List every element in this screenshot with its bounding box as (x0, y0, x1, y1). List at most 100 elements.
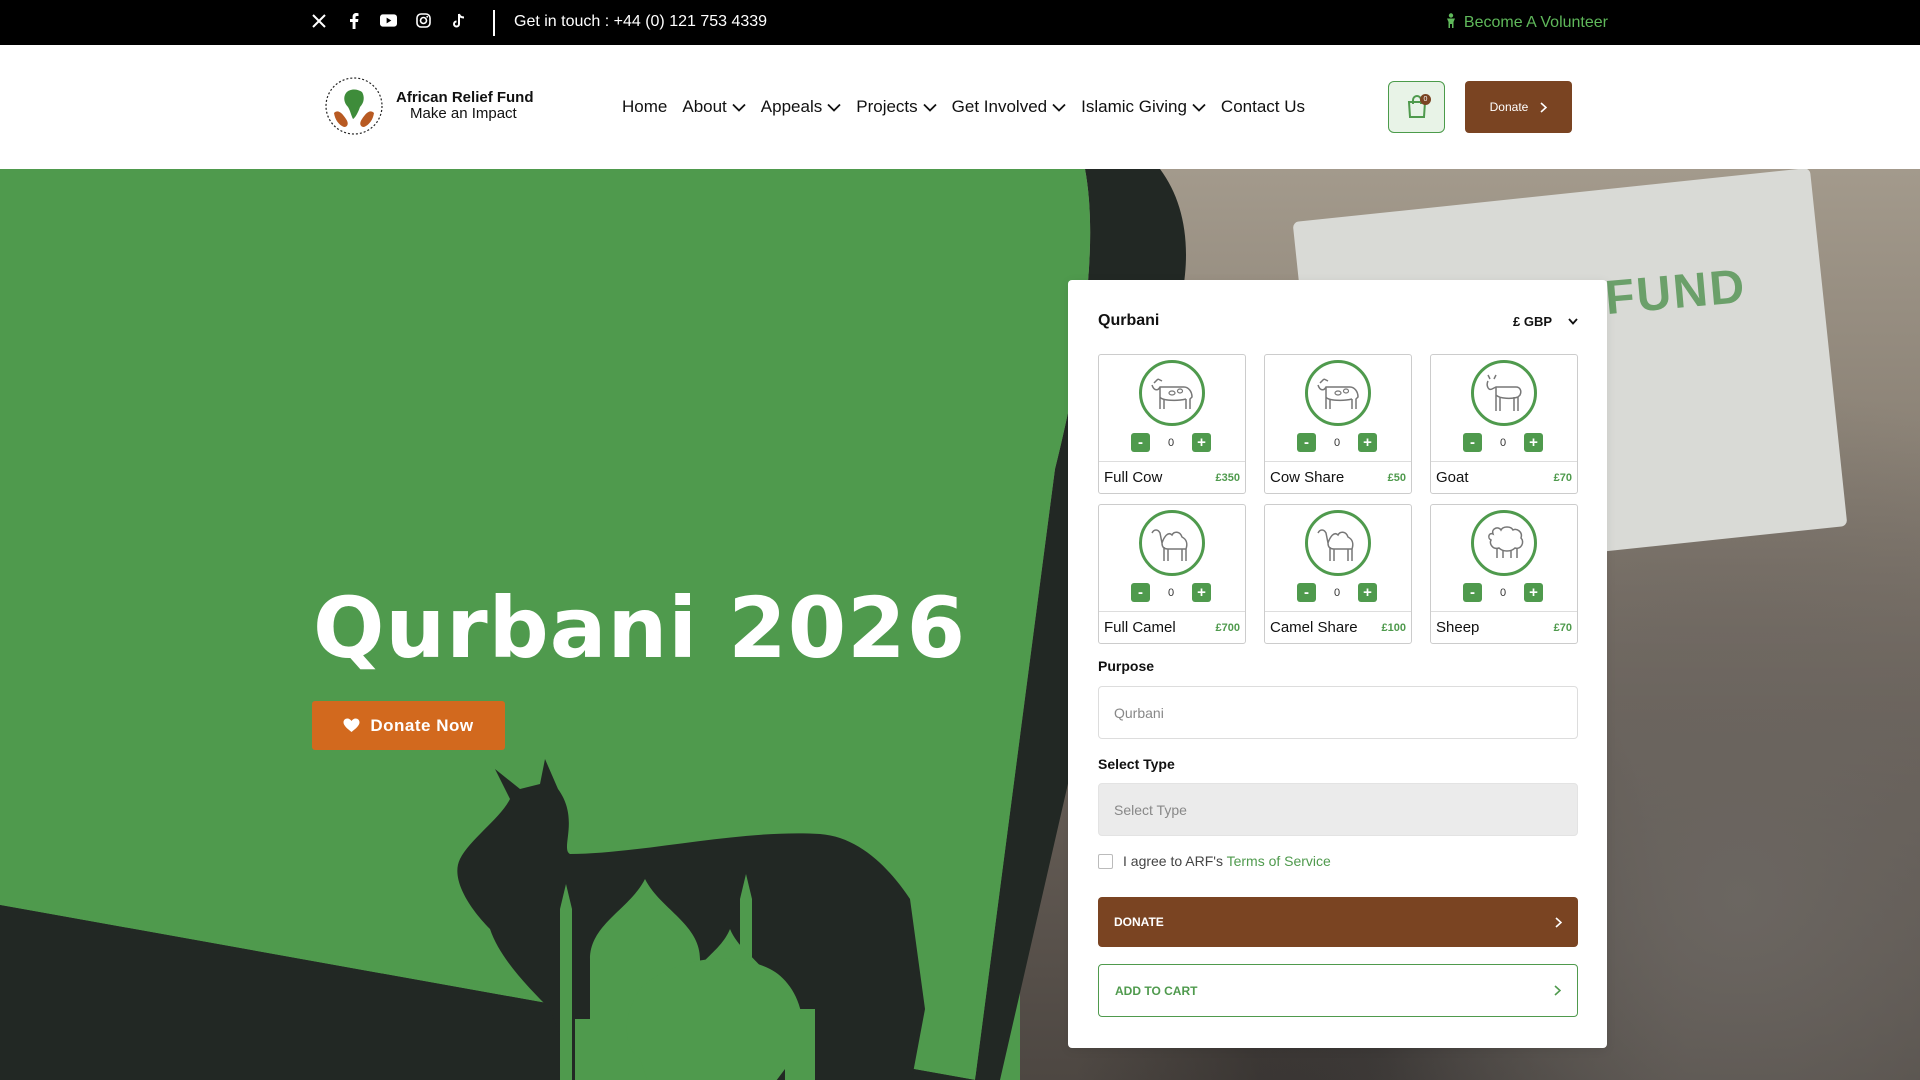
cow-mosque-silhouette-icon (457, 759, 925, 1080)
animal-card-full-camel: - 0 + Full Camel £700 (1098, 504, 1246, 644)
logo-name: African Relief Fund (396, 89, 534, 106)
terms-of-service-link[interactable]: Terms of Service (1227, 853, 1331, 869)
nav-label: Appeals (760, 97, 823, 116)
header-donate-button[interactable]: Donate (1465, 81, 1572, 133)
animal-footer: Goat £70 (1431, 461, 1577, 493)
donate-button[interactable]: DONATE (1098, 897, 1578, 947)
nav-label: Projects (856, 97, 918, 116)
quantity-value[interactable]: 0 (1160, 587, 1182, 599)
increase-button[interactable]: + (1524, 433, 1543, 452)
decrease-button[interactable]: - (1463, 583, 1482, 602)
animal-card-camel-share: - 0 + Camel Share £100 (1264, 504, 1412, 644)
camel-icon (1305, 510, 1371, 576)
animal-footer: Full Cow £350 (1099, 461, 1245, 493)
nav-home[interactable]: Home (622, 97, 667, 117)
hero-donate-now-button[interactable]: Donate Now (312, 701, 505, 750)
become-volunteer-link[interactable]: Become A Volunteer (1446, 13, 1608, 33)
contact-phone[interactable]: Get in touch : +44 (0) 121 753 4339 (514, 13, 767, 31)
nav-label: Home (622, 97, 668, 116)
quantity-stepper: - 0 + (1131, 583, 1211, 602)
quantity-stepper: - 0 + (1131, 433, 1211, 452)
cart-button[interactable]: 0 (1388, 81, 1445, 133)
nav-islamic-giving[interactable]: Islamic Giving (1081, 97, 1206, 117)
select-type-label: Select Type (1098, 756, 1175, 772)
nav-projects[interactable]: Projects (856, 97, 937, 117)
chevron-down-icon (732, 103, 746, 112)
goat-icon (1471, 360, 1537, 426)
animal-footer: Cow Share £50 (1265, 461, 1411, 493)
animal-name: Cow Share (1270, 469, 1345, 486)
animal-name: Goat (1436, 469, 1469, 486)
chevron-down-icon (1052, 103, 1066, 112)
tiktok-icon[interactable] (450, 12, 467, 29)
currency-select[interactable]: £ GBP (1513, 314, 1578, 329)
animal-footer: Full Camel £700 (1099, 611, 1245, 643)
quantity-stepper: - 0 + (1463, 433, 1543, 452)
logo-tagline: Make an Impact (410, 105, 517, 122)
terms-agreement: I agree to ARF's Terms of Service (1098, 853, 1331, 869)
purpose-field[interactable]: Qurbani (1098, 686, 1578, 739)
quantity-value[interactable]: 0 (1326, 587, 1348, 599)
increase-button[interactable]: + (1192, 433, 1211, 452)
quantity-value[interactable]: 0 (1492, 587, 1514, 599)
animal-price: £100 (1381, 621, 1406, 634)
nav-get-involved[interactable]: Get Involved (952, 97, 1066, 117)
increase-button[interactable]: + (1192, 583, 1211, 602)
cow-icon (1305, 360, 1371, 426)
add-to-cart-label: ADD TO CART (1115, 983, 1198, 998)
add-to-cart-button[interactable]: ADD TO CART (1098, 964, 1578, 1017)
logo-text: African Relief Fund Make an Impact (396, 90, 534, 122)
cart-count-badge: 0 (1420, 94, 1431, 105)
quantity-value[interactable]: 0 (1326, 437, 1348, 449)
animal-price: £70 (1553, 621, 1572, 634)
quantity-value[interactable]: 0 (1160, 437, 1182, 449)
animal-price: £700 (1215, 621, 1240, 634)
select-type-dropdown[interactable]: Select Type (1098, 783, 1578, 836)
nav-label: About (682, 97, 727, 116)
increase-button[interactable]: + (1358, 433, 1377, 452)
nav-about[interactable]: About (682, 97, 746, 117)
hero-title: Qurbani 2026 (313, 579, 967, 677)
facebook-icon[interactable] (345, 12, 362, 29)
logo-emblem-icon (325, 77, 383, 135)
main-nav: Home About Appeals Projects Get Involved… (622, 97, 1305, 117)
animal-footer: Sheep £70 (1431, 611, 1577, 643)
nav-label: Get Involved (951, 97, 1048, 116)
instagram-icon[interactable] (415, 12, 432, 29)
volunteer-label: Become A Volunteer (1463, 14, 1608, 31)
quantity-value[interactable]: 0 (1492, 437, 1514, 449)
decrease-button[interactable]: - (1131, 583, 1150, 602)
increase-button[interactable]: + (1358, 583, 1377, 602)
chevron-down-icon (923, 103, 937, 112)
nav-label: Islamic Giving (1081, 97, 1187, 116)
chevron-right-icon (1555, 916, 1562, 928)
terms-checkbox[interactable] (1098, 853, 1113, 869)
nav-appeals[interactable]: Appeals (761, 97, 841, 117)
chevron-down-icon (1568, 317, 1578, 325)
top-bar: Get in touch : +44 (0) 121 753 4339 Beco… (0, 0, 1920, 45)
animal-name: Full Cow (1104, 469, 1163, 486)
donate-button-label: DONATE (1114, 915, 1164, 929)
increase-button[interactable]: + (1524, 583, 1543, 602)
decrease-button[interactable]: - (1463, 433, 1482, 452)
animal-card-goat: - 0 + Goat £70 (1430, 354, 1578, 494)
decrease-button[interactable]: - (1297, 583, 1316, 602)
site-header: African Relief Fund Make an Impact Home … (0, 45, 1920, 169)
hero-section: FUND Qurbani 2026 Donate Now (0, 169, 1920, 1080)
qurbani-donation-form: Qurbani £ GBP - 0 + Full Cow £350 - 0 + … (1068, 280, 1607, 1048)
currency-value: £ GBP (1512, 313, 1552, 329)
chevron-down-icon (827, 103, 841, 112)
site-logo[interactable]: African Relief Fund Make an Impact (320, 75, 534, 137)
x-icon[interactable] (310, 12, 327, 29)
nav-contact-us[interactable]: Contact Us (1221, 97, 1305, 117)
social-links (310, 12, 467, 29)
decrease-button[interactable]: - (1297, 433, 1316, 452)
nav-label: Contact Us (1220, 97, 1306, 116)
decrease-button[interactable]: - (1131, 433, 1150, 452)
youtube-icon[interactable] (380, 12, 397, 29)
animal-card-sheep: - 0 + Sheep £70 (1430, 504, 1578, 644)
form-header: Qurbani £ GBP (1098, 312, 1578, 330)
heart-icon (343, 718, 360, 732)
quantity-stepper: - 0 + (1297, 433, 1377, 452)
animal-price: £70 (1553, 471, 1572, 484)
